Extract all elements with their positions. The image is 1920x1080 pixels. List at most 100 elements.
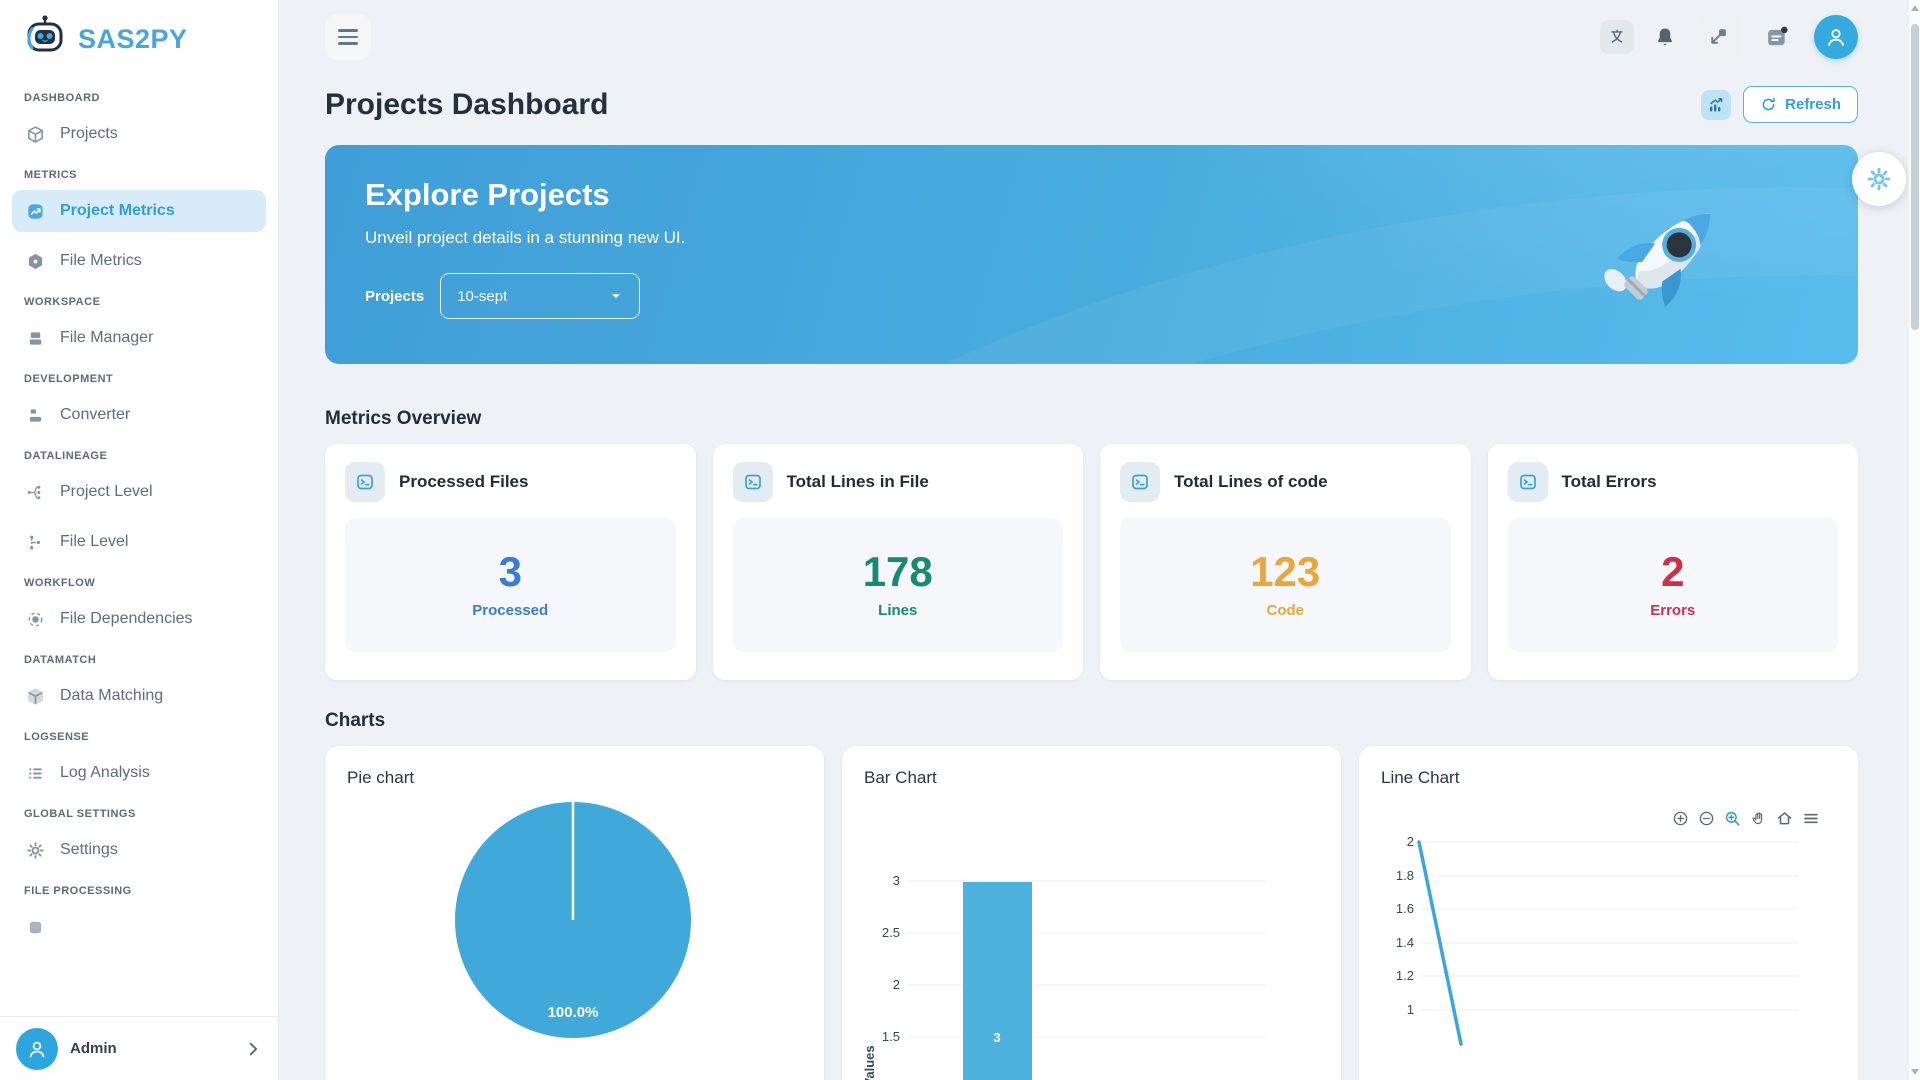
bar-chart[interactable]: 3 2.5 2 1.5 3 Values <box>864 746 1320 1080</box>
refresh-button[interactable]: Refresh <box>1743 86 1858 123</box>
chart-shortcut-button[interactable] <box>1701 90 1731 120</box>
section-label-development: DEVELOPMENT <box>24 373 254 385</box>
fullscreen-exit-icon[interactable] <box>1696 15 1740 59</box>
sidebar-item-log-analysis[interactable]: Log Analysis <box>12 752 266 794</box>
sidebar-item-file-manager[interactable]: File Manager <box>12 317 266 359</box>
gear-icon <box>25 840 45 860</box>
bar-chart-card: Bar Chart 3 2.5 2 1.5 3 Values <box>842 746 1341 1080</box>
hexagon-icon <box>25 251 45 271</box>
home-icon[interactable] <box>1776 810 1793 827</box>
sidebar-item-label: Project Level <box>60 483 153 501</box>
projects-select-label: Projects <box>365 288 424 305</box>
bar[interactable] <box>963 882 1032 1080</box>
sidebar: SAS2PY DASHBOARD Projects METRICS Projec… <box>0 0 279 1080</box>
window-scrollbar[interactable] <box>1908 0 1920 1080</box>
scroll-up-arrow[interactable] <box>1911 5 1919 11</box>
sidebar-item-file-dependencies[interactable]: File Dependencies <box>12 598 266 640</box>
translate-icon[interactable] <box>1600 20 1634 54</box>
theme-settings-gear-button[interactable] <box>1852 152 1906 206</box>
section-label-logsense: LOGSENSE <box>24 731 254 743</box>
sidebar-item-converter[interactable]: Converter <box>12 394 266 436</box>
rocket-illustration <box>1583 177 1748 347</box>
sidebar-item-label: Project Metrics <box>60 202 175 220</box>
sidebar-item-label: File Dependencies <box>60 610 193 628</box>
line-ytick: 2 <box>1407 834 1414 849</box>
scrollbar-thumb[interactable] <box>1911 24 1919 330</box>
node-tree-icon <box>25 532 45 552</box>
menu-lines-icon[interactable] <box>1802 810 1820 827</box>
bar-ytick: 1.5 <box>882 1029 900 1044</box>
sidebar-item-label: File Level <box>60 533 128 551</box>
sidebar-item-file-metrics[interactable]: File Metrics <box>12 240 266 282</box>
pie-chart-card: Pie chart 100.0% <box>325 746 824 1080</box>
page-header: Projects Dashboard Refresh <box>325 86 1858 123</box>
sidebar-item-project-level[interactable]: Project Level <box>12 471 266 513</box>
metric-card-total-errors: Total Errors 2 Errors <box>1488 444 1859 680</box>
box-zoom-icon[interactable] <box>1724 810 1741 827</box>
chevron-right-icon[interactable] <box>244 1040 262 1058</box>
section-label-global-settings: GLOBAL SETTINGS <box>24 808 254 820</box>
section-label-datalineage: DATALINEAGE <box>24 450 254 462</box>
bar-ylabel: Values <box>864 1045 877 1080</box>
brand[interactable]: SAS2PY <box>0 0 278 78</box>
pie-chart[interactable]: 100.0% <box>347 746 799 1080</box>
section-label-dashboard: DASHBOARD <box>24 92 254 104</box>
metrics-overview-heading: Metrics Overview <box>325 408 1858 430</box>
list-lines-icon <box>25 763 45 783</box>
drawers-icon <box>25 328 45 348</box>
sidebar-item-data-matching[interactable]: Data Matching <box>12 675 266 717</box>
line-chart-card: Line Chart 2 1.8 <box>1359 746 1858 1080</box>
converter-bars-icon <box>25 405 45 425</box>
metric-label: Code <box>1267 602 1305 619</box>
sidebar-item-projects[interactable]: Projects <box>12 113 266 155</box>
sidebar-item-label: File Manager <box>60 329 153 347</box>
sidebar-item-settings[interactable]: Settings <box>12 829 266 871</box>
sidebar-item-label: Settings <box>60 841 118 859</box>
profile-avatar[interactable] <box>1814 15 1858 59</box>
sidebar-nav: DASHBOARD Projects METRICS Project Metri… <box>0 78 278 1016</box>
topbar <box>325 0 1858 74</box>
line-ytick: 1.8 <box>1396 868 1414 883</box>
metric-card-title: Total Errors <box>1562 472 1657 492</box>
user-avatar-icon <box>16 1028 58 1070</box>
section-label-metrics: METRICS <box>24 169 254 181</box>
generic-icon <box>25 917 45 937</box>
metric-label: Errors <box>1650 602 1695 619</box>
explore-projects-banner: Explore Projects Unveil project details … <box>325 145 1858 364</box>
line-ytick: 1.6 <box>1396 901 1414 916</box>
refresh-label: Refresh <box>1785 96 1841 113</box>
charts-heading: Charts <box>325 710 1858 732</box>
metric-label: Processed <box>472 602 548 619</box>
chart-toolbar <box>1672 810 1820 827</box>
metric-cards: Processed Files 3 Processed Total Lines … <box>325 444 1858 680</box>
hamburger-menu-icon[interactable] <box>325 14 371 60</box>
zoom-in-icon[interactable] <box>1672 810 1689 827</box>
section-label-workflow: WORKFLOW <box>24 577 254 589</box>
line-ytick: 1.4 <box>1396 935 1414 950</box>
sidebar-item-file-level[interactable]: File Level <box>12 521 266 563</box>
zoom-out-icon[interactable] <box>1698 810 1715 827</box>
metric-value: 178 <box>863 551 933 593</box>
chart-cards: Pie chart 100.0% Bar Chart 3 2.5 2 <box>325 746 1858 1080</box>
scroll-down-arrow[interactable] <box>1911 1069 1919 1075</box>
metric-value: 2 <box>1661 551 1684 593</box>
section-label-datamatch: DATAMATCH <box>24 654 254 666</box>
metric-card-title: Total Lines in File <box>787 472 929 492</box>
line-chart[interactable]: 2 1.8 1.6 1.4 1.2 1 <box>1381 746 1837 1080</box>
bar-value-label: 3 <box>993 1030 1000 1045</box>
bell-icon[interactable] <box>1654 26 1676 48</box>
projects-select[interactable]: 10-sept <box>440 273 640 319</box>
sidebar-item-label: Log Analysis <box>60 764 150 782</box>
sidebar-item-partial[interactable] <box>12 906 266 948</box>
bar-ytick: 2.5 <box>882 925 900 940</box>
pie-slice-label: 100.0% <box>548 1004 599 1021</box>
main-content: Projects Dashboard Refresh Explore Proje… <box>279 0 1920 1080</box>
metric-card-title: Processed Files <box>399 472 528 492</box>
cube-icon <box>25 124 45 144</box>
sidebar-item-project-metrics[interactable]: Project Metrics <box>12 190 266 232</box>
sidebar-user-footer[interactable]: Admin <box>0 1016 278 1080</box>
terminal-icon <box>1508 462 1548 502</box>
notes-icon[interactable] <box>1760 20 1794 54</box>
target-circle-icon <box>25 609 45 629</box>
pan-hand-icon[interactable] <box>1750 810 1767 827</box>
